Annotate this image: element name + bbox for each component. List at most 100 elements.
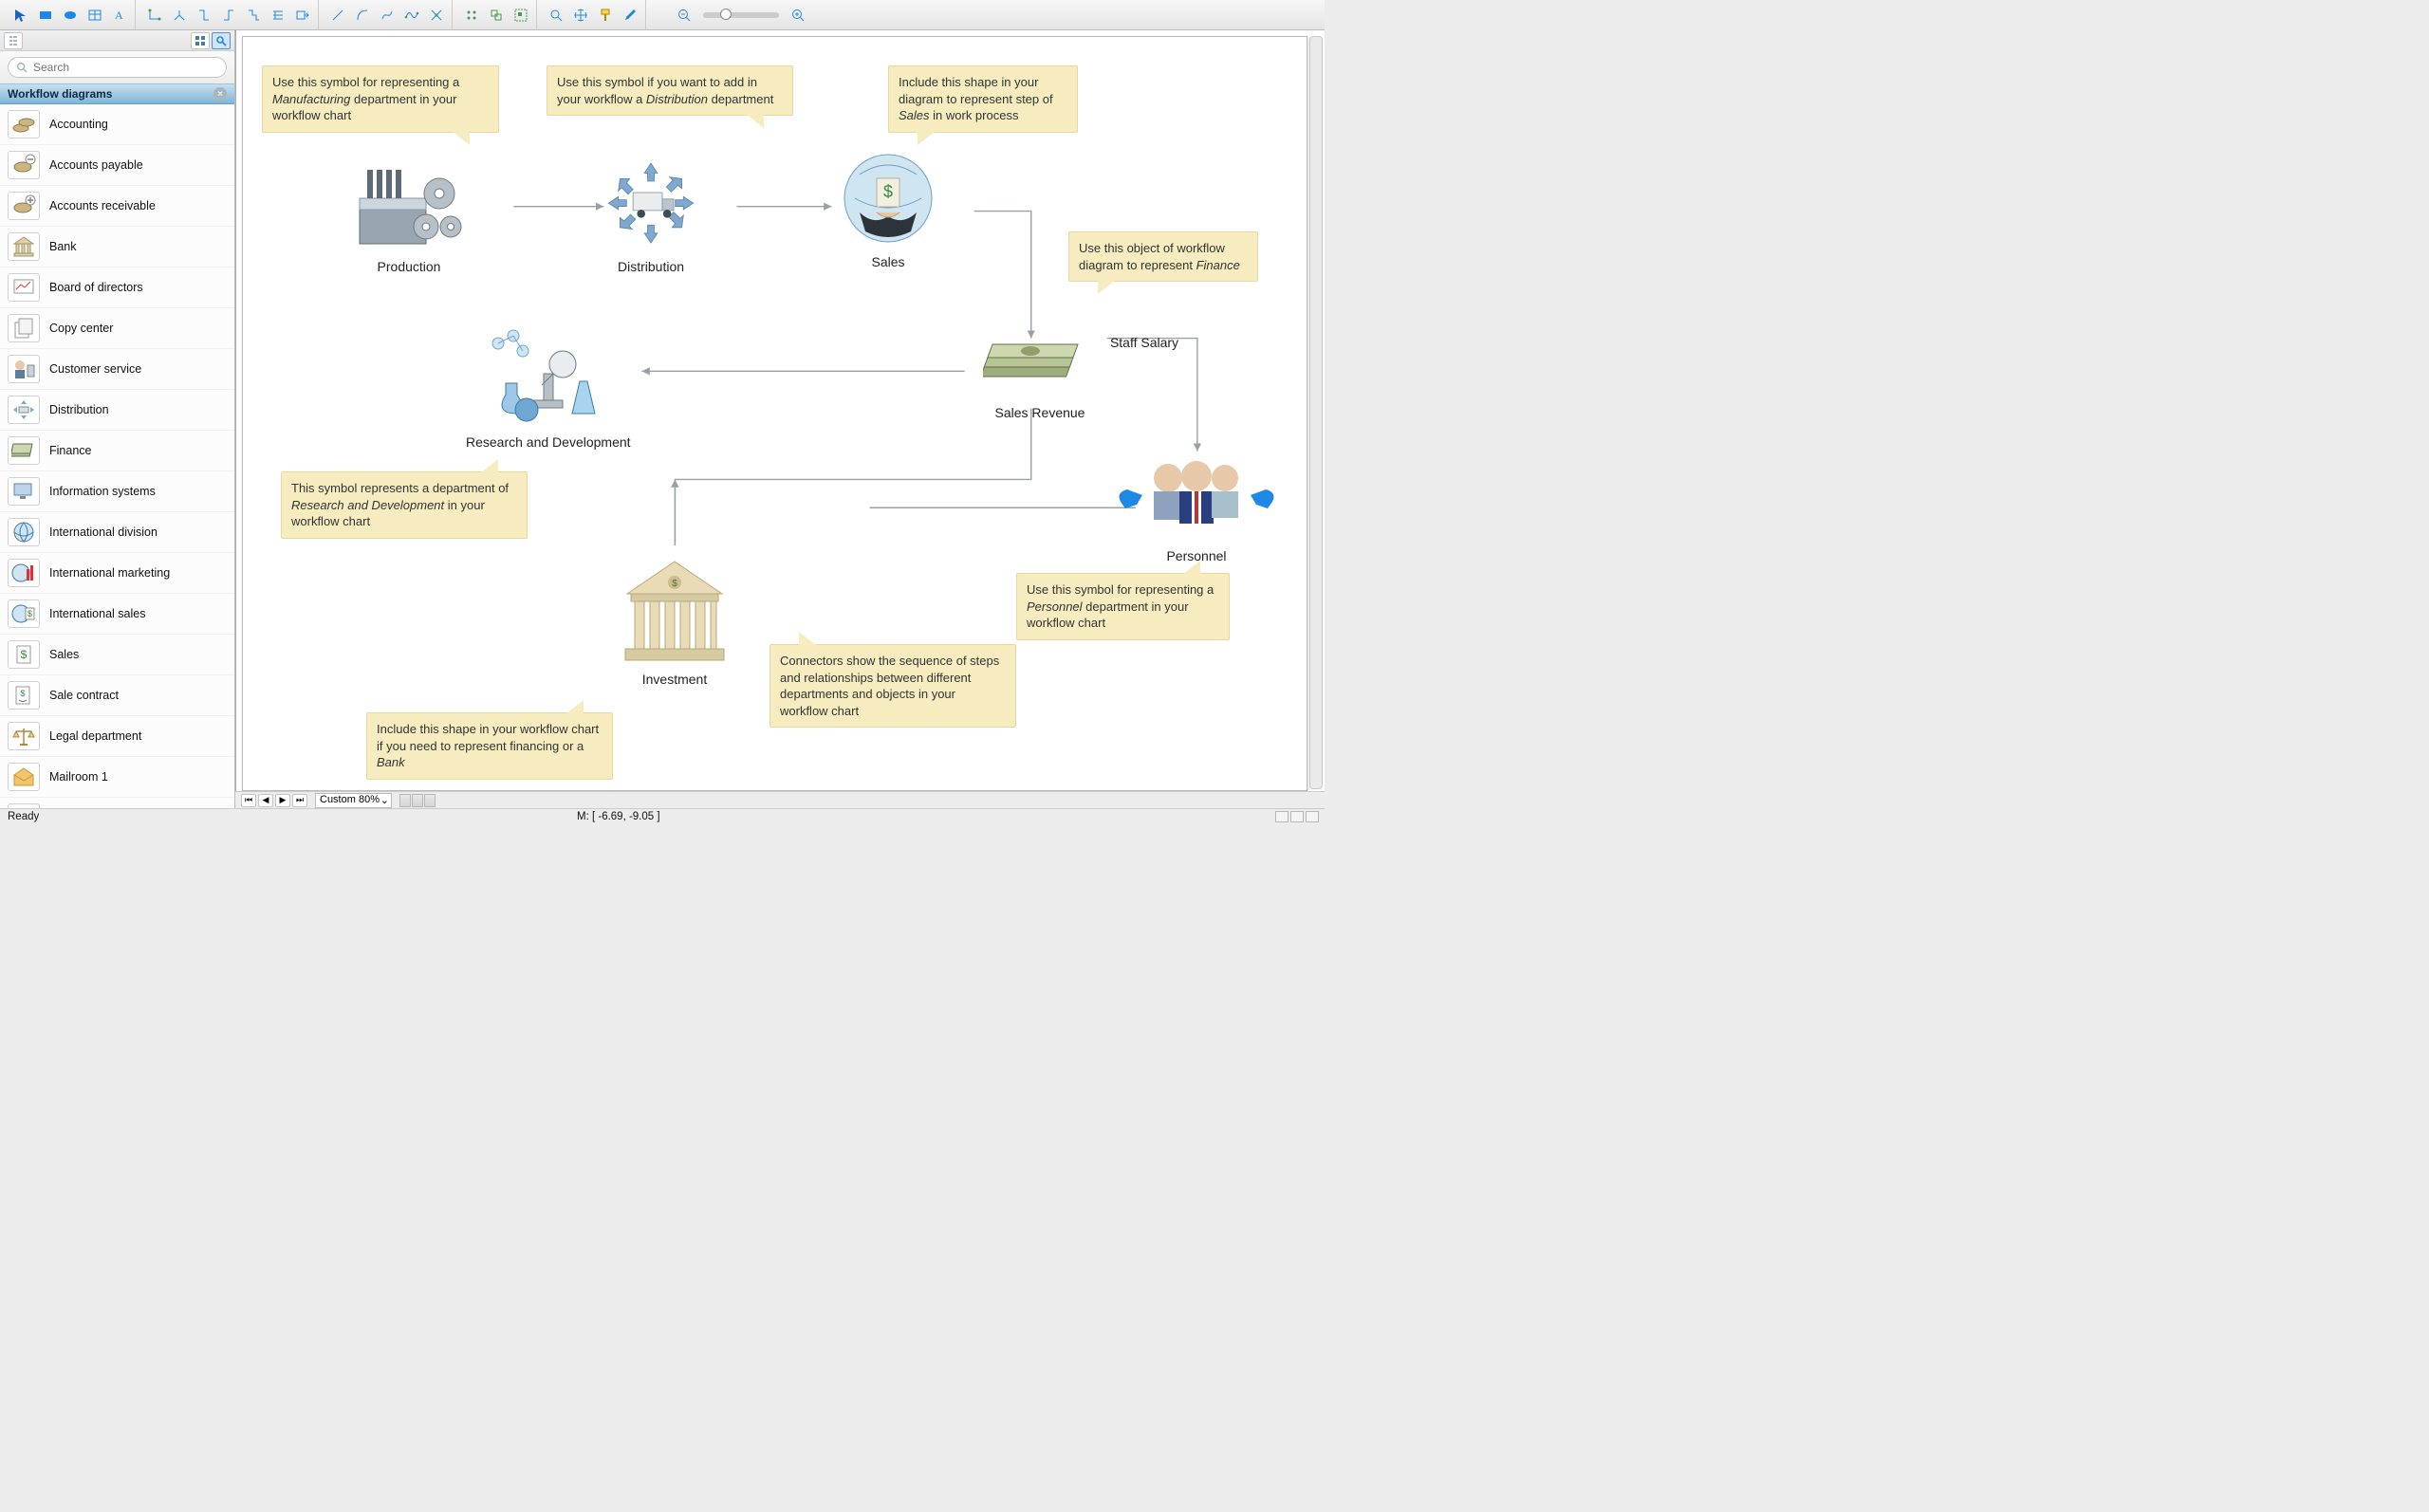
text-tool[interactable]: A: [108, 4, 131, 27]
node-distribution[interactable]: Distribution: [594, 151, 708, 274]
library-item[interactable]: Mailroom 2: [0, 798, 234, 808]
library-item[interactable]: $ International sales: [0, 594, 234, 635]
zoom-level-select[interactable]: Custom 80%⌄: [315, 793, 392, 808]
library-item[interactable]: International marketing: [0, 553, 234, 594]
library-item-label: International sales: [49, 607, 145, 620]
callout-sales[interactable]: Include this shape in your diagram to re…: [888, 65, 1078, 133]
eyedropper[interactable]: [619, 4, 641, 27]
svg-text:$: $: [20, 689, 25, 698]
node-rnd[interactable]: Research and Development: [466, 326, 631, 450]
library-search-input[interactable]: [8, 57, 227, 78]
curve-tool[interactable]: [376, 4, 399, 27]
table-tool[interactable]: [83, 4, 106, 27]
line-tool[interactable]: [326, 4, 349, 27]
library-item[interactable]: Information systems: [0, 471, 234, 512]
library-close-icon[interactable]: ×: [213, 87, 227, 101]
board-icon: [8, 273, 40, 302]
sheet-first[interactable]: ⏮: [241, 794, 256, 807]
node-investment[interactable]: $ Investment: [608, 554, 741, 687]
library-item[interactable]: Distribution: [0, 390, 234, 431]
node-staff-salary-label: Staff Salary: [1087, 335, 1201, 350]
library-item-label: Board of directors: [49, 281, 143, 294]
zoom-out-button[interactable]: [673, 4, 695, 27]
split-pane-controls[interactable]: [399, 794, 436, 807]
callout-connectors[interactable]: Connectors show the sequence of steps an…: [769, 644, 1016, 728]
sheet-last[interactable]: ⏭: [292, 794, 307, 807]
library-item-label: Distribution: [49, 403, 109, 416]
callout-rnd[interactable]: This symbol represents a department of R…: [281, 471, 528, 539]
status-ready: Ready: [8, 811, 235, 822]
library-item[interactable]: Customer service: [0, 349, 234, 390]
library-item[interactable]: Finance: [0, 431, 234, 471]
coins-plus-icon: [8, 192, 40, 220]
toolbar-group-view: [541, 0, 646, 29]
connector-step-down[interactable]: [193, 4, 215, 27]
library-item[interactable]: Accounting: [0, 104, 234, 145]
node-personnel[interactable]: Personnel: [1116, 450, 1277, 563]
library-item[interactable]: Accounts receivable: [0, 186, 234, 227]
snap-obj[interactable]: [485, 4, 508, 27]
node-investment-label: Investment: [608, 672, 741, 687]
truck-arrows-icon: [8, 396, 40, 424]
svg-text:$: $: [28, 609, 32, 618]
callout-personnel[interactable]: Use this symbol for representing a Perso…: [1016, 573, 1230, 640]
snap-grid[interactable]: [460, 4, 483, 27]
pointer-tool[interactable]: [9, 4, 32, 27]
svg-text:$: $: [883, 182, 893, 201]
status-bar: Ready M: [ -6.69, -9.05 ]: [0, 808, 1325, 823]
search-toggle[interactable]: [212, 32, 231, 49]
connector-tree[interactable]: [267, 4, 289, 27]
ellipse-tool[interactable]: [59, 4, 82, 27]
cash-icon: [8, 436, 40, 465]
connector-export[interactable]: [291, 4, 314, 27]
callout-distribution[interactable]: Use this symbol if you want to add in yo…: [547, 65, 793, 116]
node-revenue[interactable]: Staff Salary Sales Revenue: [983, 303, 1097, 420]
node-revenue-label: Sales Revenue: [983, 405, 1097, 420]
node-production[interactable]: Production: [352, 151, 466, 274]
coins-icon: [8, 110, 40, 138]
connector-route[interactable]: [242, 4, 265, 27]
arc-tool[interactable]: [351, 4, 374, 27]
zoom-in-tool[interactable]: [545, 4, 567, 27]
edit-points-tool[interactable]: [425, 4, 448, 27]
search-icon: [15, 61, 28, 74]
pan-tool[interactable]: [569, 4, 592, 27]
library-item[interactable]: International division: [0, 512, 234, 553]
headset-icon: [8, 355, 40, 383]
paint-format[interactable]: [594, 4, 617, 27]
library-item[interactable]: Bank: [0, 227, 234, 267]
zoom-in-button[interactable]: [787, 4, 809, 27]
zoom-slider[interactable]: [703, 12, 779, 18]
library-item[interactable]: Accounts payable: [0, 145, 234, 186]
library-item[interactable]: Legal department: [0, 716, 234, 757]
library-item-list: AccountingAccounts payableAccounts recei…: [0, 104, 234, 808]
diagram-canvas[interactable]: Production: [243, 37, 1307, 790]
sheet-prev[interactable]: ◀: [258, 794, 273, 807]
library-item[interactable]: $Sale contract: [0, 675, 234, 716]
tree-view-toggle[interactable]: [4, 32, 23, 49]
sheet-next[interactable]: ▶: [275, 794, 290, 807]
main-toolbar: A: [0, 0, 1325, 30]
connector-branch[interactable]: [168, 4, 191, 27]
spline-tool[interactable]: [400, 4, 423, 27]
rect-tool[interactable]: [34, 4, 57, 27]
library-item[interactable]: $Sales: [0, 635, 234, 675]
group-tool[interactable]: [510, 4, 532, 27]
connector-l[interactable]: [143, 4, 166, 27]
canvas-vertical-scrollbar[interactable]: [1309, 36, 1323, 789]
library-item[interactable]: Copy center: [0, 308, 234, 349]
library-item[interactable]: Mailroom 1: [0, 757, 234, 798]
node-sales[interactable]: $ Sales: [831, 146, 945, 269]
library-item-label: International division: [49, 526, 158, 539]
sidebar-mode-bar: [0, 30, 234, 51]
callout-finance[interactable]: Use this object of workflow diagram to r…: [1068, 231, 1258, 282]
connector-step-up[interactable]: [217, 4, 240, 27]
library-header[interactable]: Workflow diagrams ×: [0, 83, 234, 104]
mail-open-icon: [8, 763, 40, 791]
callout-bank[interactable]: Include this shape in your workflow char…: [366, 712, 613, 780]
svg-text:$: $: [21, 648, 28, 661]
library-item[interactable]: Board of directors: [0, 267, 234, 308]
zoom-slider-thumb[interactable]: [720, 9, 732, 20]
callout-production[interactable]: Use this symbol for representing a Manuf…: [262, 65, 499, 133]
grid-view-toggle[interactable]: [191, 32, 210, 49]
